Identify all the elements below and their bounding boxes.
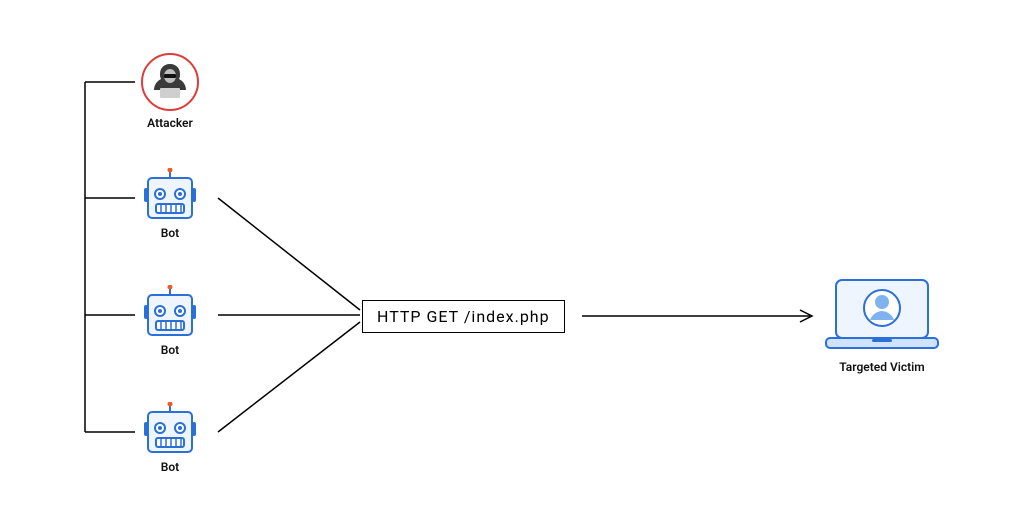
bot-label-1: Bot [142,226,198,240]
bot-icon-3 [142,402,198,458]
bot-label-3: Bot [142,460,198,474]
attacker-icon [140,52,200,112]
attacker-label: Attacker [140,116,200,130]
bot-icon-2 [142,285,198,341]
http-request-box: HTTP GET /index.php [362,300,565,333]
bot-icon-1 [142,168,198,224]
bot-label-2: Bot [142,343,198,357]
victim-label: Targeted Victim [820,360,944,374]
victim-laptop-icon [822,276,942,356]
